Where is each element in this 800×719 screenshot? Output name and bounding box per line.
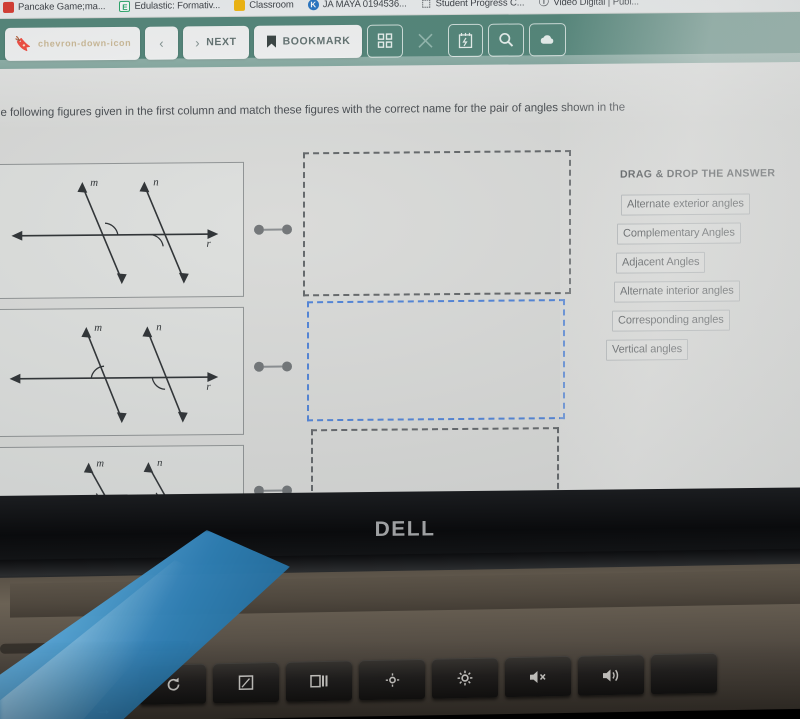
dropzone-3[interactable] [311,427,559,501]
figure-2-label-m: m [94,322,102,334]
connector-line [264,489,282,492]
answer-option-row: Alternate exterior angles [606,193,790,224]
figure-1-label-n: n [153,176,158,188]
volume-up-icon [603,669,619,682]
fullscreen-icon [238,675,254,691]
answer-option-row: Vertical angles [606,338,790,369]
laptop-screen: Pancake Game;ma... E Edulastic: Formativ… [0,0,800,504]
answer-option-complementary-angles[interactable]: Complementary Angles [617,222,741,245]
dell-brand-logo: DELL [374,517,436,541]
answer-option-row: Adjacent Angles [606,251,790,282]
figure-1-label-m: m [90,177,98,189]
answer-option-row: Corresponding angles [606,309,790,340]
window-overview-icon [310,674,328,688]
answer-option-vertical-angles[interactable]: Vertical angles [606,338,689,361]
connector-line [264,228,282,231]
figure-1-diagram: m n r [11,176,219,285]
brightness-down-key[interactable] [359,658,425,701]
mute-key[interactable] [505,655,571,698]
answer-options-panel: DRAG & DROP THE ANSWER Alternate exterio… [592,151,800,387]
connector-dot-left[interactable] [254,361,264,372]
connector-dot-left[interactable] [254,224,264,235]
connector-dot-right[interactable] [282,361,292,372]
figure-1-label-r: r [207,238,212,250]
angle-arc-m [104,222,119,236]
extra-key[interactable] [651,652,717,695]
answer-option-row: Alternate interior angles [606,280,790,311]
question-workarea: m n r m n r m n DRAG & DROP THE ANSWER A… [0,0,800,504]
mute-icon [530,670,546,683]
figure-3-label-m: m [96,458,104,469]
match-connector-2[interactable] [254,361,292,372]
figure-card-1: m n r [0,161,244,300]
brightness-up-key[interactable] [432,657,498,699]
figure-3-label-n: n [157,458,162,469]
volume-up-key[interactable] [578,654,644,696]
answer-option-corresponding-angles[interactable]: Corresponding angles [612,309,730,332]
match-connector-1[interactable] [254,224,292,235]
answer-option-alternate-interior-angles[interactable]: Alternate interior angles [614,280,740,303]
brightness-up-icon [457,670,473,686]
dropzone-2[interactable] [307,299,565,422]
answer-option-row: Complementary Angles [606,222,790,253]
figure-2-label-n: n [156,321,161,333]
figure-card-2: m n r [0,306,244,438]
connector-line [264,365,282,368]
overview-key[interactable] [286,660,352,702]
angle-arc-n [151,377,166,390]
connector-dot-right[interactable] [282,224,292,235]
answers-panel-title: DRAG & DROP THE ANSWER [620,167,776,181]
brightness-down-icon [385,672,399,687]
angle-arc-n [150,233,164,247]
answer-option-adjacent-angles[interactable]: Adjacent Angles [616,251,706,274]
figure-2-diagram: m n r [9,321,219,424]
fullscreen-key[interactable] [213,661,279,704]
photo-of-laptop-screen: Pancake Game;ma... E Edulastic: Formativ… [0,0,800,719]
figure-2-label-r: r [206,381,211,393]
answer-option-alternate-exterior-angles[interactable]: Alternate exterior angles [621,193,750,216]
dropzone-1[interactable] [303,150,571,297]
